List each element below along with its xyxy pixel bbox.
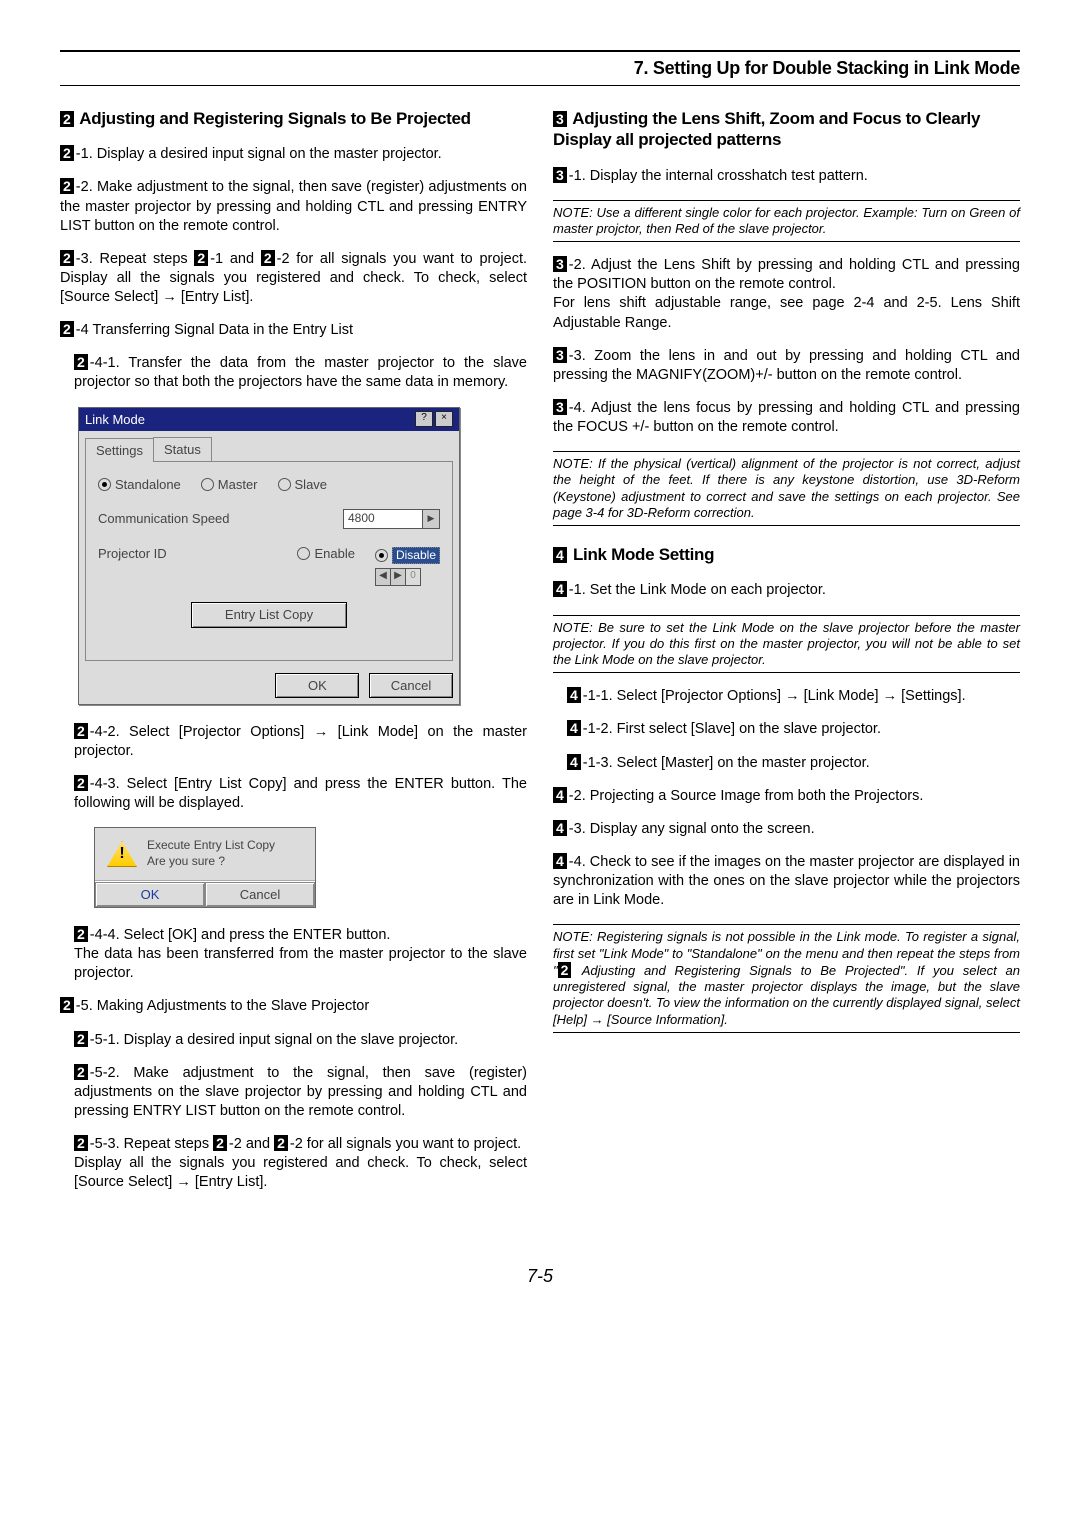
confirm-dialog: ! Execute Entry List Copy Are you sure ?… xyxy=(94,827,316,908)
tab-status[interactable]: Status xyxy=(153,437,212,461)
warning-icon: ! xyxy=(107,841,137,867)
step-2-1: 2-1. Display a desired input signal on t… xyxy=(60,145,527,164)
section-4-heading: 4 Link Mode Setting xyxy=(553,544,1020,565)
step-2-4-1: 2-4-1. Transfer the data from the master… xyxy=(60,354,527,392)
heading-num-3: 3 xyxy=(553,111,567,127)
note-3b: NOTE: If the physical (vertical) alignme… xyxy=(553,451,1020,526)
chevron-right-icon[interactable]: ▶ xyxy=(390,569,405,585)
help-icon[interactable]: ? xyxy=(415,411,433,427)
tab-settings[interactable]: Settings xyxy=(85,438,154,462)
step-2-4-3: 2-4-3. Select [Entry List Copy] and pres… xyxy=(60,775,527,813)
heading-num-2: 2 xyxy=(60,111,74,127)
chevron-left-icon[interactable]: ◀ xyxy=(376,569,390,585)
heading-text-4: Link Mode Setting xyxy=(573,545,714,564)
step-3-1: 3-1. Display the internal crosshatch tes… xyxy=(553,167,1020,186)
radio-standalone[interactable]: Standalone xyxy=(98,476,181,493)
cancel-button[interactable]: Cancel xyxy=(369,673,453,698)
section-2-heading: 2 Adjusting and Registering Signals to B… xyxy=(60,108,527,129)
heading-text-3: Adjusting the Lens Shift, Zoom and Focus… xyxy=(553,109,980,149)
step-4-1-2: 4-1-2. First select [Slave] on the slave… xyxy=(553,720,1020,739)
radio-slave[interactable]: Slave xyxy=(278,476,328,493)
note-3a: NOTE: Use a different single color for e… xyxy=(553,200,1020,243)
step-3-4: 3-4. Adjust the lens focus by pressing a… xyxy=(553,399,1020,437)
dialog-title: Link Mode xyxy=(85,411,145,428)
step-2-3: 2-3. Repeat steps 2-1 and 2-2 for all si… xyxy=(60,250,527,307)
step-4-4: 4-4. Check to see if the images on the m… xyxy=(553,853,1020,910)
step-4-2: 4-2. Projecting a Source Image from both… xyxy=(553,787,1020,806)
link-mode-dialog: Link Mode ? × Settings Status Standalone xyxy=(78,407,460,705)
chevron-right-icon[interactable]: ▶ xyxy=(422,510,439,528)
comm-speed-label: Communication Speed xyxy=(98,510,238,527)
step-2-5: 2-5. Making Adjustments to the Slave Pro… xyxy=(60,997,527,1016)
step-2-4: 2-4 Transferring Signal Data in the Entr… xyxy=(60,321,527,340)
radio-disable[interactable]: Disable xyxy=(375,547,440,565)
step-3-2: 3-2. Adjust the Lens Shift by pressing a… xyxy=(553,256,1020,333)
step-2-5-1: 2-5-1. Display a desired input signal on… xyxy=(60,1031,527,1050)
step-4-1: 4-1. Set the Link Mode on each projector… xyxy=(553,581,1020,600)
id-spinner[interactable]: ◀ ▶ 0 xyxy=(375,568,421,586)
note-4b: NOTE: Registering signals is not possibl… xyxy=(553,924,1020,1033)
radio-master[interactable]: Master xyxy=(201,476,258,493)
section-3-heading: 3 Adjusting the Lens Shift, Zoom and Foc… xyxy=(553,108,1020,151)
note-4a: NOTE: Be sure to set the Link Mode on th… xyxy=(553,615,1020,674)
ok-button[interactable]: OK xyxy=(275,673,359,698)
heading-text-2: Adjusting and Registering Signals to Be … xyxy=(79,109,470,128)
step-2-4-2: 2-4-2. Select [Projector Options] → [Lin… xyxy=(60,723,527,761)
step-2-2: 2-2. Make adjustment to the signal, then… xyxy=(60,178,527,235)
radio-enable[interactable]: Enable xyxy=(297,545,354,562)
close-icon[interactable]: × xyxy=(435,411,453,427)
comm-speed-field[interactable]: 4800 ▶ xyxy=(343,509,440,529)
chapter-title: 7. Setting Up for Double Stacking in Lin… xyxy=(60,58,1020,86)
entry-list-copy-button[interactable]: Entry List Copy xyxy=(191,602,347,627)
dialog-titlebar: Link Mode ? × xyxy=(79,408,459,431)
step-4-3: 4-3. Display any signal onto the screen. xyxy=(553,820,1020,839)
confirm-cancel-button[interactable]: Cancel xyxy=(205,882,315,907)
step-4-1-3: 4-1-3. Select [Master] on the master pro… xyxy=(553,754,1020,773)
step-3-3: 3-3. Zoom the lens in and out by pressin… xyxy=(553,347,1020,385)
confirm-line1: Execute Entry List Copy xyxy=(147,838,275,854)
confirm-ok-button[interactable]: OK xyxy=(95,882,205,907)
confirm-line2: Are you sure ? xyxy=(147,854,275,870)
page-number: 7-5 xyxy=(60,1266,1020,1287)
step-2-4-4: 2-4-4. Select [OK] and press the ENTER b… xyxy=(60,926,527,983)
step-2-5-2: 2-5-2. Make adjustment to the signal, th… xyxy=(60,1064,527,1121)
step-2-5-3: 2-5-3. Repeat steps 2-2 and 2-2 for all … xyxy=(60,1135,527,1192)
projector-id-label: Projector ID xyxy=(98,545,238,562)
heading-num-4: 4 xyxy=(553,547,567,563)
step-4-1-1: 4-1-1. Select [Projector Options] → [Lin… xyxy=(553,687,1020,706)
